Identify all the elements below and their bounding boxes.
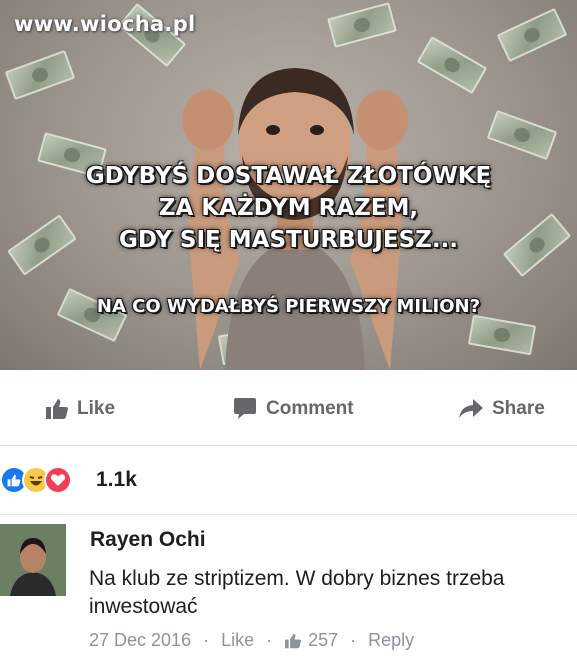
- meme-caption-line: GDY SIĘ MASTURBUJESZ...: [118, 227, 459, 253]
- money-bill-decoration: [496, 7, 568, 63]
- avatar[interactable]: [0, 524, 66, 596]
- reaction-count: 1.1k: [96, 468, 137, 491]
- money-bill-decoration: [467, 314, 537, 356]
- comment-like-count[interactable]: 257: [308, 630, 338, 651]
- money-bill-decoration: [4, 49, 76, 101]
- thumbs-up-icon: [46, 399, 68, 419]
- comment-bubble-icon: [234, 398, 256, 419]
- comment-text: Na klub ze striptizem. W dobry biznes tr…: [89, 567, 505, 618]
- meme-image: www.wiocha.pl GDYBYŚ DOSTAWAŁ ZŁOTÓWKĘ Z…: [0, 0, 577, 370]
- separator-dot: ·: [266, 630, 273, 650]
- comment-button[interactable]: Comment: [232, 396, 354, 422]
- site-watermark: www.wiocha.pl: [14, 12, 196, 36]
- share-button[interactable]: Share: [458, 396, 545, 422]
- meme-caption-line: ZA KAŻDYM RAZEM,: [158, 195, 419, 221]
- separator-dot: ·: [350, 630, 357, 650]
- share-button-label: Share: [492, 398, 545, 419]
- separator-dot: ·: [203, 630, 210, 650]
- money-bill-decoration: [486, 109, 558, 161]
- meme-question: NA CO WYDAŁBYŚ PIERWSZY MILION?: [96, 296, 481, 317]
- like-button[interactable]: Like: [45, 396, 115, 422]
- reaction-icons: [0, 466, 72, 494]
- comment-meta: 27 Dec 2016 · Like · 257 · Reply: [89, 630, 414, 651]
- comment-date[interactable]: 27 Dec 2016: [89, 630, 191, 651]
- avatar-person-icon: [0, 524, 66, 596]
- comment-author-name[interactable]: Rayen Ochi: [90, 528, 206, 552]
- comment-reply-link[interactable]: Reply: [368, 630, 414, 651]
- meme-caption: GDYBYŚ DOSTAWAŁ ZŁOTÓWKĘ ZA KAŻDYM RAZEM…: [0, 160, 577, 256]
- reactions-summary[interactable]: 1.1k: [0, 446, 577, 514]
- like-button-label: Like: [77, 398, 116, 419]
- post-action-bar: Like Comment Share: [0, 370, 577, 446]
- meme-caption-line: GDYBYŚ DOSTAWAŁ ZŁOTÓWKĘ: [85, 163, 492, 189]
- love-reaction-icon: [44, 466, 72, 494]
- thumbs-up-icon: [285, 633, 302, 648]
- comment-like-link[interactable]: Like: [221, 630, 254, 651]
- share-arrow-icon: [459, 399, 483, 418]
- comment-button-label: Comment: [266, 398, 354, 419]
- divider: [0, 514, 577, 515]
